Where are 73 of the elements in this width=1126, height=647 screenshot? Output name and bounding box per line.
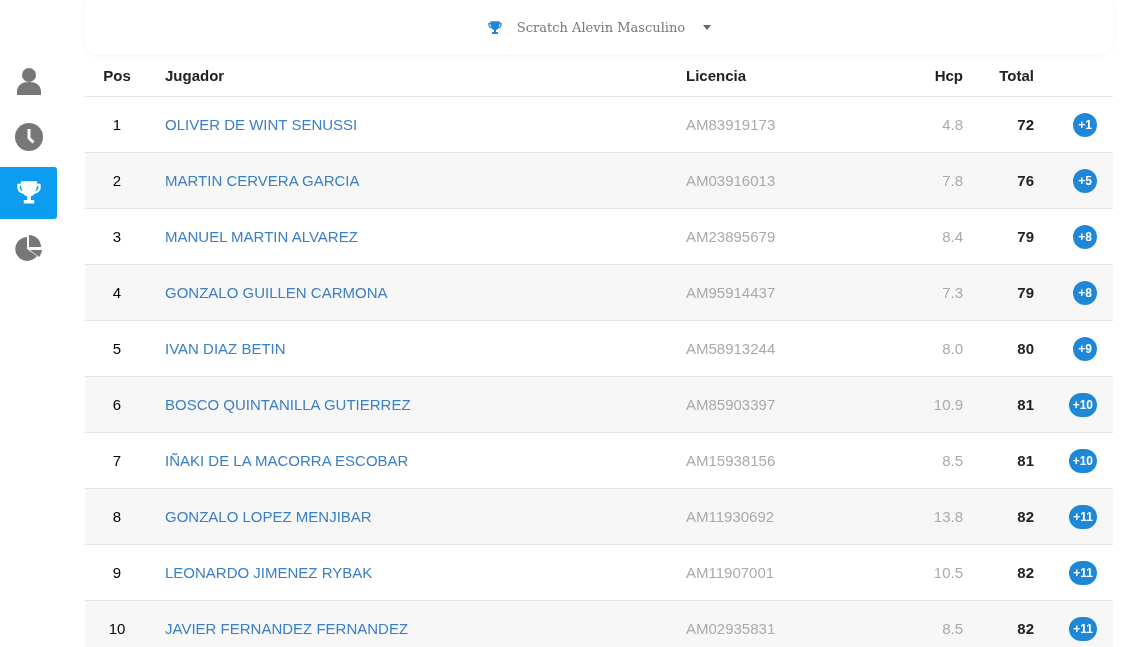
license-cell-text: AM95914437 — [686, 284, 777, 301]
player-link[interactable]: MANUEL MARTIN ALVAREZ — [149, 228, 358, 245]
score-badge: +1 — [1073, 112, 1097, 137]
license-cell-text: AM02935831 — [686, 620, 777, 637]
column-header: Total — [998, 67, 1034, 84]
column-header: Licencia — [686, 67, 748, 84]
license-cell-text: AM83919173 — [686, 116, 777, 133]
user-icon — [15, 67, 42, 95]
column-header: Pos — [102, 67, 132, 84]
position-cell-text: 6 — [111, 396, 123, 413]
position-cell-text: 7 — [111, 452, 123, 469]
score-badge: +11 — [1069, 560, 1097, 585]
license-cell-text: AM58913244 — [686, 340, 777, 357]
player-link[interactable]: IÑAKI DE LA MACORRA ESCOBAR — [149, 452, 409, 469]
total-cell-text: 72 — [1016, 116, 1034, 133]
total-cell-text: 81 — [1016, 396, 1034, 413]
position-cell-text: 9 — [111, 564, 123, 581]
pie-chart-icon — [13, 235, 44, 263]
handicap-cell-text: 4.8 — [941, 116, 963, 133]
player-link[interactable]: MARTIN CERVERA GARCIA — [149, 172, 360, 189]
player-link[interactable]: LEONARDO JIMENEZ RYBAK — [149, 564, 373, 581]
total-cell-text: 81 — [1016, 452, 1034, 469]
handicap-cell-text: 7.8 — [941, 172, 963, 189]
handicap-cell-text: 8.5 — [941, 452, 963, 469]
position-cell-text: 1 — [111, 116, 123, 133]
total-cell-text: 82 — [1016, 620, 1034, 637]
position-cell-text: 3 — [111, 228, 123, 245]
handicap-cell-text: 13.8 — [932, 508, 963, 525]
handicap-cell-text: 8.0 — [941, 340, 963, 357]
score-badge: +8 — [1073, 280, 1097, 305]
license-cell-text: AM23895679 — [686, 228, 777, 245]
score-badge: +11 — [1069, 504, 1097, 529]
sidebar-item[interactable] — [0, 167, 57, 219]
score-badge: +10 — [1068, 392, 1097, 417]
position-cell-text: 2 — [111, 172, 123, 189]
license-cell-text: AM11907001 — [686, 564, 776, 581]
player-link[interactable]: GONZALO LOPEZ MENJIBAR — [149, 508, 372, 525]
score-badge: +11 — [1069, 616, 1097, 641]
handicap-cell-text: 8.5 — [941, 620, 963, 637]
score-badge: +10 — [1068, 448, 1097, 473]
license-cell-text: AM85903397 — [686, 396, 777, 413]
player-link[interactable]: OLIVER DE WINT SENUSSI — [149, 116, 358, 133]
handicap-cell-text: 8.4 — [941, 228, 963, 245]
score-badge: +8 — [1073, 224, 1097, 249]
trophy-icon — [14, 179, 43, 207]
license-cell-text: AM03916013 — [686, 172, 777, 189]
column-header: Jugador — [164, 67, 225, 84]
license-cell-text: AM11930692 — [686, 508, 776, 525]
license-cell-text: AM15938156 — [686, 452, 777, 469]
column-header: Hcp — [933, 67, 963, 84]
position-cell-text: 10 — [107, 620, 127, 637]
category-dropdown[interactable]: Scratch Alevin Masculino — [480, 18, 718, 37]
score-badge: +9 — [1073, 336, 1097, 361]
total-cell-text: 80 — [1016, 340, 1034, 357]
handicap-cell-text: 7.3 — [941, 284, 963, 301]
total-cell-text: 79 — [1016, 284, 1034, 301]
player-link[interactable]: JAVIER FERNANDEZ FERNANDEZ — [149, 620, 409, 637]
total-cell-text: 76 — [1016, 172, 1034, 189]
position-cell-text: 5 — [111, 340, 123, 357]
total-cell-text: 82 — [1016, 508, 1034, 525]
player-link[interactable]: BOSCO QUINTANILLA GUTIERREZ — [149, 396, 411, 413]
position-cell-text: 4 — [111, 284, 123, 301]
position-cell-text: 8 — [111, 508, 123, 525]
caret-icon — [703, 25, 712, 30]
total-cell-text: 79 — [1016, 228, 1034, 245]
handicap-cell-text: 10.5 — [932, 564, 963, 581]
handicap-cell-text: 10.9 — [932, 396, 963, 413]
score-badge: +5 — [1073, 168, 1097, 193]
player-link[interactable]: GONZALO GUILLEN CARMONA — [149, 284, 388, 301]
trophy-icon — [486, 19, 503, 36]
player-link[interactable]: IVAN DIAZ BETIN — [149, 340, 286, 357]
total-cell-text: 82 — [1016, 564, 1034, 581]
clock-icon — [14, 123, 43, 151]
